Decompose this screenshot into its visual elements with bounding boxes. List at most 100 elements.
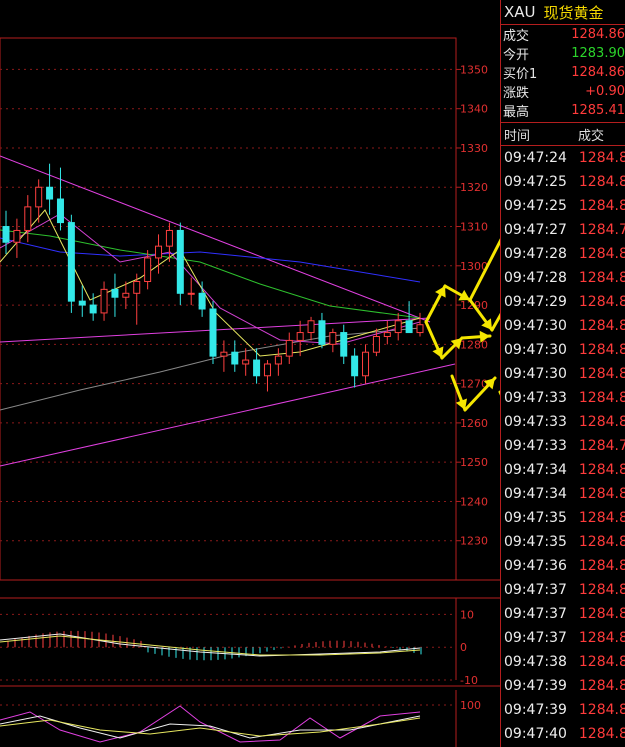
ticks-header: 时间 成交 [501,122,625,146]
y-tick-label: 1240 [460,495,488,508]
tick-row: 09:47:33 1284.8 [501,410,625,434]
tick-time: 09:47:30 [504,366,567,382]
annotation-arrow [490,312,500,332]
tick-row: 09:47:34 1284.8 [501,458,625,482]
tick-time: 09:47:33 [504,414,567,430]
candle-body [89,304,97,314]
tick-row: 09:47:35 1284.8 [501,530,625,554]
quote-row-bid: 买价1 1284.86 [501,63,625,82]
candle-body [100,288,108,314]
tick-row: 09:47:36 1284.8 [501,554,625,578]
kdj-j-line [0,705,421,743]
candle-body [285,339,293,357]
tick-row: 09:47:35 1284.8 [501,506,625,530]
tick-row: 09:47:37 1284.8 [501,626,625,650]
tick-price: 1284.8 [578,366,625,382]
tick-price: 1284.8 [578,510,625,526]
y-tick-label: 1310 [460,221,488,234]
tick-row: 09:47:39 1284.8 [501,698,625,722]
annotation-arrowhead [481,318,492,330]
candle-body [329,332,337,345]
tick-row: 09:47:40 1284.8 [501,722,625,746]
candle-body [35,186,43,208]
candle-body [67,222,75,302]
price-chart: 1230124012501260127012801290130013101320… [0,37,500,747]
tick-row: 09:47:25 1284.8 [501,194,625,218]
macd-dea-line [0,635,421,656]
ticks-header-price: 成交 [578,128,605,144]
symbol-code: XAU [504,3,536,21]
tick-price: 1284.8 [578,198,625,214]
tick-row: 09:47:28 1284.8 [501,266,625,290]
candle-body [13,229,21,243]
quote-row-change: 涨跌 +0.90 [501,82,625,101]
tick-row: 09:47:39 1284.8 [501,674,625,698]
candle-body [296,332,304,341]
tick-price: 1284.8 [578,726,625,742]
tick-time: 09:47:37 [504,606,567,622]
candle-body [165,229,173,247]
tick-row: 09:47:30 1284.8 [501,338,625,362]
trendline-lower [0,363,456,467]
tick-row: 09:47:30 1284.8 [501,314,625,338]
quote-row-high: 最高 1285.41 [501,101,625,120]
tick-row: 09:47:33 1284.7 [501,434,625,458]
candle-body [144,257,152,283]
tick-time: 09:47:25 [504,198,567,214]
quote-rows: 成交 1284.86 今开 1283.90 买价1 1284.86 涨跌 +0.… [501,25,625,120]
candle-body [394,320,402,334]
tick-time: 09:47:37 [504,630,567,646]
y-tick-label: 1320 [460,181,488,194]
quote-label: 今开 [503,48,530,63]
tick-time: 09:47:28 [504,246,567,262]
macd-tick-label: 10 [460,608,474,621]
tick-price: 1284.7 [578,222,625,238]
ticks-list[interactable]: 09:47:24 1284.8 09:47:25 1284.8 09:47:25 1284… [501,146,625,746]
tick-price: 1284.8 [578,318,625,334]
tick-price: 1284.8 [578,678,625,694]
tick-row: 09:47:28 1284.8 [501,242,625,266]
tick-time: 09:47:40 [504,726,567,742]
candle-body [78,300,86,306]
tick-row: 09:47:25 1284.8 [501,170,625,194]
quote-value: 1284.86 [571,65,625,80]
tick-price: 1284.8 [578,558,625,574]
tick-price: 1284.8 [578,630,625,646]
candle-body [405,320,413,334]
tick-time: 09:47:37 [504,582,567,598]
tick-time: 09:47:36 [504,558,567,574]
tick-price: 1284.8 [578,702,625,718]
tick-price: 1284.8 [578,270,625,286]
tick-row: 09:47:37 1284.8 [501,602,625,626]
tick-row: 09:47:38 1284.8 [501,650,625,674]
tick-time: 09:47:27 [504,222,567,238]
tick-price: 1284.8 [578,486,625,502]
tick-time: 09:47:25 [504,174,567,190]
symbol-name: 现货黄金 [543,3,604,22]
candle-body [242,359,250,365]
tick-price: 1284.8 [578,534,625,550]
ticks-header-time: 时间 [504,128,531,144]
tick-time: 09:47:35 [504,534,567,550]
tick-time: 09:47:24 [504,150,567,166]
symbol-header: XAU 现货黄金 [501,0,625,25]
tick-price: 1284.8 [578,342,625,358]
quote-label: 成交 [503,29,530,44]
quote-label: 买价1 [503,67,538,82]
candle-body [372,335,380,353]
candle-body [56,198,64,224]
tick-row: 09:47:33 1284.8 [501,386,625,410]
y-tick-label: 1230 [460,535,488,548]
tick-price: 1284.8 [578,414,625,430]
quote-value: 1284.86 [571,27,625,42]
tick-time: 09:47:28 [504,270,567,286]
quote-value: 1285.41 [571,103,625,118]
candle-body [340,332,348,357]
candle-body [263,363,271,377]
tick-price: 1284.8 [578,606,625,622]
y-tick-label: 1260 [460,417,488,430]
candle-body [416,324,424,334]
candle-body [274,355,282,365]
tick-price: 1284.8 [578,150,625,166]
tick-row: 09:47:34 1284.8 [501,482,625,506]
